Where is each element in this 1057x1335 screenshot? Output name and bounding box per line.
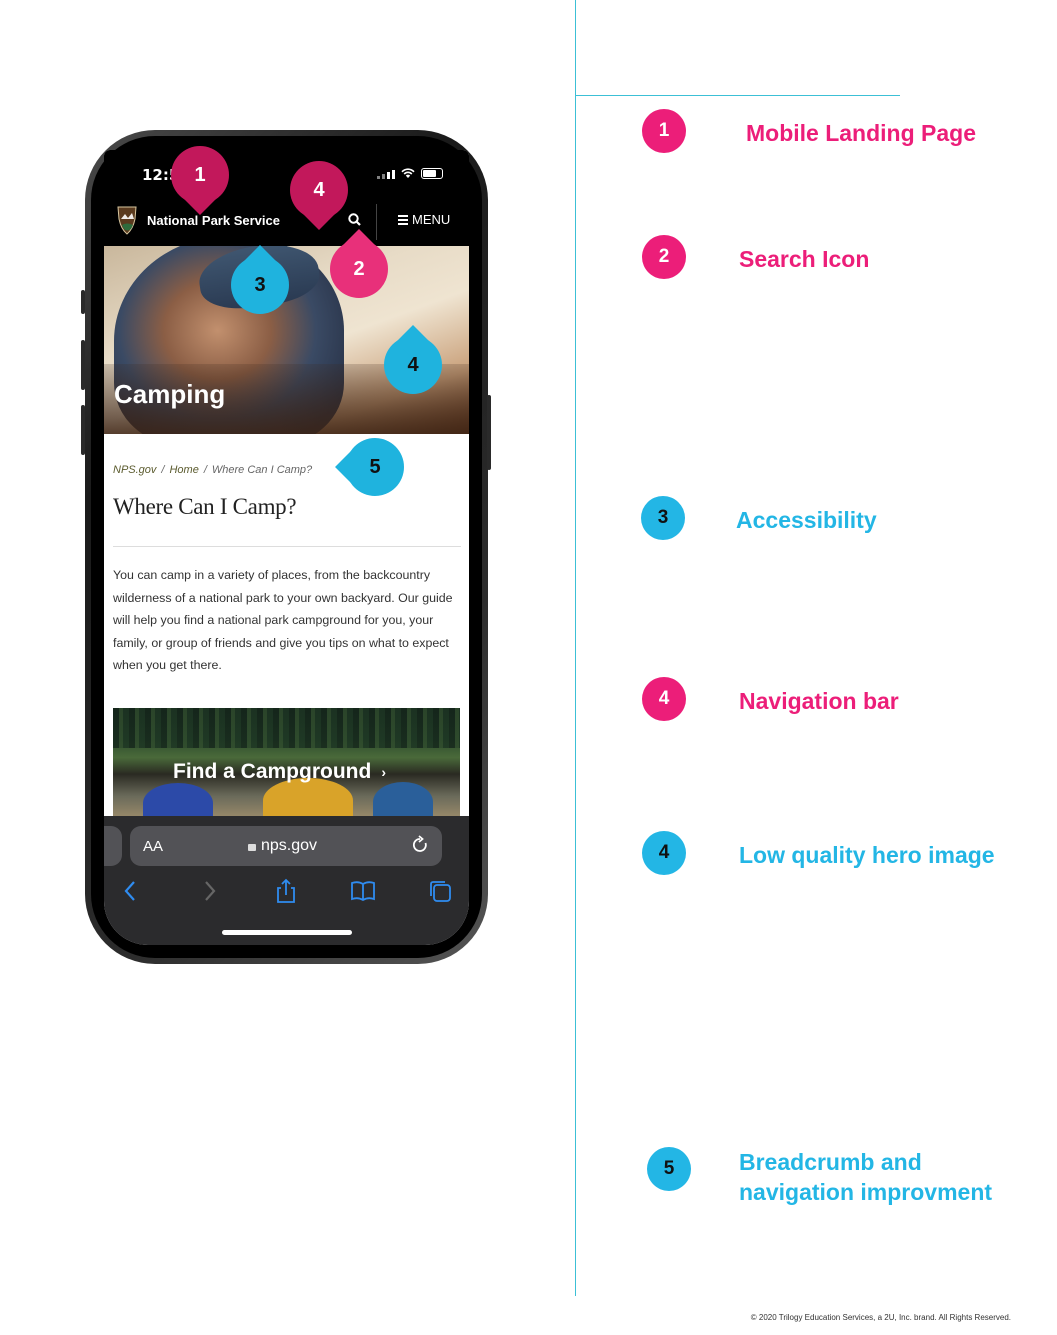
chevron-right-icon: › [381, 764, 386, 780]
card-tent [263, 778, 353, 818]
url-text: nps.gov [261, 837, 318, 854]
card-tent [143, 783, 213, 818]
legend-label-2: Search Icon [739, 246, 870, 272]
breadcrumb-separator: / [203, 464, 207, 476]
title-rule [113, 546, 461, 547]
marker-3: 3 [231, 245, 289, 314]
nps-arrowhead-logo[interactable] [116, 205, 138, 235]
card-trees [113, 708, 460, 748]
legend-dot-3: 3 [641, 496, 685, 540]
wifi-icon [401, 168, 415, 178]
find-campground-card[interactable]: Find a Campground › [113, 708, 460, 818]
browser-toolbar [104, 874, 469, 910]
page-title: Where Can I Camp? [113, 494, 297, 519]
legend-dot-5: 5 [647, 1147, 691, 1191]
header-divider [376, 204, 377, 240]
marker-number: 2 [353, 257, 365, 280]
hero-title: Camping [114, 379, 226, 409]
volume-up-button [81, 340, 85, 390]
legend-dot-4-hero: 4 [642, 831, 686, 875]
marker-4-hero: 4 [384, 325, 442, 394]
hamburger-icon [398, 214, 408, 225]
menu-button[interactable]: MENU [398, 212, 450, 227]
phone-screen: 12:50 National Park Service MENU Camping [104, 150, 469, 945]
breadcrumb-item-home[interactable]: Home [169, 464, 198, 476]
tabs-icon[interactable] [427, 878, 453, 904]
menu-label: MENU [412, 212, 451, 227]
marker-2: 2 [330, 229, 388, 298]
status-icons [377, 168, 443, 179]
legend-label-5-line2: navigation improvment [739, 1179, 993, 1205]
legend-dot-2: 2 [642, 235, 686, 279]
signal-icon [377, 170, 395, 179]
lock-icon [248, 843, 256, 851]
card-tent [373, 782, 433, 818]
marker-number: 4 [407, 353, 419, 376]
marker-5: 5 [335, 438, 404, 496]
breadcrumb-item-nps[interactable]: NPS.gov [113, 464, 156, 476]
breadcrumb-item-current: Where Can I Camp? [211, 464, 313, 476]
card-label: Find a Campground › [173, 760, 386, 784]
safari-toolbar: AA nps.gov [104, 816, 469, 945]
previous-tab-pill[interactable] [104, 826, 122, 866]
site-brand[interactable]: National Park Service [147, 213, 280, 228]
legend-label-4-nav: Navigation bar [739, 688, 899, 714]
reload-icon[interactable] [410, 834, 430, 856]
volume-down-button [81, 405, 85, 455]
mute-switch [81, 290, 85, 314]
legend-dot-4-nav: 4 [642, 677, 686, 721]
card-label-text: Find a Campground [173, 760, 372, 783]
power-button [487, 395, 491, 470]
breadcrumb: NPS.gov / Home / Where Can I Camp? [113, 464, 312, 476]
forward-icon[interactable] [196, 878, 222, 904]
legend-label-5-line1: Breadcrumb and [739, 1149, 922, 1175]
battery-icon [421, 168, 443, 179]
bookmarks-icon[interactable] [350, 878, 376, 904]
status-bar: 12:50 [104, 150, 469, 194]
vertical-divider [575, 0, 576, 1296]
legend-label-1: Mobile Landing Page [746, 120, 977, 146]
marker-number: 5 [369, 455, 381, 478]
intro-paragraph: You can camp in a variety of places, fro… [113, 568, 453, 672]
text-size-button[interactable]: AA [143, 838, 163, 855]
copyright-footer: © 2020 Trilogy Education Services, a 2U,… [750, 1313, 1011, 1322]
address-bar[interactable]: AA nps.gov [130, 826, 442, 866]
site-header: National Park Service MENU [104, 194, 469, 246]
legend-label-4-hero: Low quality hero image [739, 842, 995, 868]
breadcrumb-separator: / [161, 464, 165, 476]
marker-number: 3 [254, 273, 266, 296]
search-icon[interactable] [347, 212, 363, 228]
marker-1: 1 [171, 146, 229, 215]
legend-dot-1: 1 [642, 109, 686, 153]
back-icon[interactable] [118, 878, 144, 904]
legend-label-3: Accessibility [736, 507, 877, 533]
home-indicator [222, 930, 352, 935]
share-icon[interactable] [273, 878, 299, 904]
legend-label-5: Breadcrumb and navigation improvment [739, 1147, 992, 1207]
marker-number: 4 [313, 178, 325, 201]
marker-number: 1 [194, 163, 206, 186]
address-url: nps.gov [248, 837, 317, 855]
marker-4-nav: 4 [290, 161, 348, 230]
horizontal-divider [575, 95, 900, 96]
